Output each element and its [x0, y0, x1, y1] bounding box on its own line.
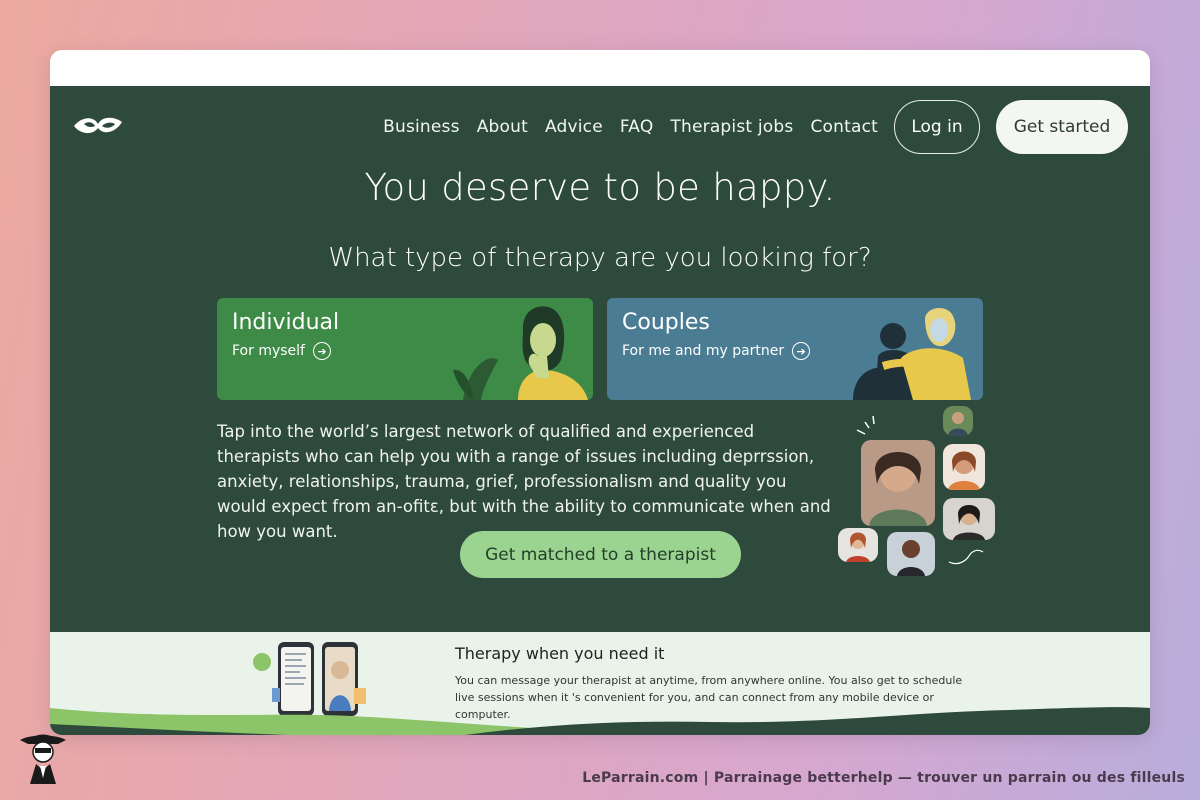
top-nav: Business About Advice FAQ Therapist jobs…: [366, 100, 1128, 154]
individual-card-subtitle: For myself ➔: [232, 342, 331, 360]
couples-card-subtitle-text: For me and my partner: [622, 343, 785, 359]
woman-illustration-icon: [453, 306, 588, 400]
therapist-portrait-icon: [943, 406, 973, 436]
arrow-right-icon: ➔: [792, 342, 811, 360]
nav-therapist-jobs[interactable]: Therapist jobs: [670, 117, 793, 137]
hero-description: Tap into the world’s largest network of …: [217, 422, 831, 541]
page-title: You deserve to be happy.: [364, 166, 836, 209]
leparrain-mascot-logo: [20, 734, 66, 784]
get-matched-button[interactable]: Get matched to a therapist: [460, 531, 741, 578]
hero-section: Business About Advice FAQ Therapist jobs…: [50, 86, 1150, 735]
therapist-photo-small-1: [943, 406, 973, 436]
site-caption: LeParrain.com | Parrainage betterhelp — …: [582, 770, 1185, 786]
therapist-portrait-icon: [943, 444, 985, 490]
therapist-photo-small-4: [838, 528, 878, 562]
feature-title: Therapy when you need it: [455, 644, 665, 663]
get-started-button[interactable]: Get started: [996, 100, 1128, 154]
arrow-right-icon: ➔: [312, 342, 331, 360]
nav-contact[interactable]: Contact: [810, 117, 878, 137]
individual-card-title: Individual: [232, 310, 340, 335]
therapist-photo-large: [861, 440, 935, 526]
nav-about[interactable]: About: [477, 117, 528, 137]
therapist-portrait-icon: [838, 528, 878, 562]
therapist-portrait-icon: [887, 532, 935, 576]
therapy-question: What type of therapy are you looking for…: [328, 243, 872, 273]
couple-illustration-icon: [853, 307, 971, 400]
individual-card-subtitle-text: For myself: [232, 343, 305, 359]
therapist-portrait-icon: [861, 440, 935, 526]
therapist-portrait-icon: [943, 498, 995, 540]
therapist-photo-small-2: [943, 444, 985, 490]
couples-therapy-card[interactable]: Couples For me and my partner ➔: [607, 298, 983, 400]
leaf-eye-logo-icon[interactable]: [72, 114, 124, 138]
hill-wave-decoration: [50, 707, 1150, 735]
nav-business[interactable]: Business: [383, 117, 460, 137]
therapist-photo-small-3: [943, 498, 995, 540]
therapist-photo-collage: [835, 406, 1005, 583]
feature-band: Therapy when you need it You can message…: [50, 632, 1150, 735]
browser-card: Business About Advice FAQ Therapist jobs…: [50, 50, 1150, 735]
individual-therapy-card[interactable]: Individual For myself ➔: [217, 298, 593, 400]
curl-line-icon: [948, 549, 984, 565]
nav-faq[interactable]: FAQ: [620, 117, 654, 137]
login-button[interactable]: Log in: [894, 100, 980, 154]
couples-card-title: Couples: [622, 310, 710, 335]
couples-card-subtitle: For me and my partner ➔: [622, 342, 811, 360]
therapist-photo-small-5: [887, 532, 935, 576]
nav-advice[interactable]: Advice: [545, 117, 603, 137]
